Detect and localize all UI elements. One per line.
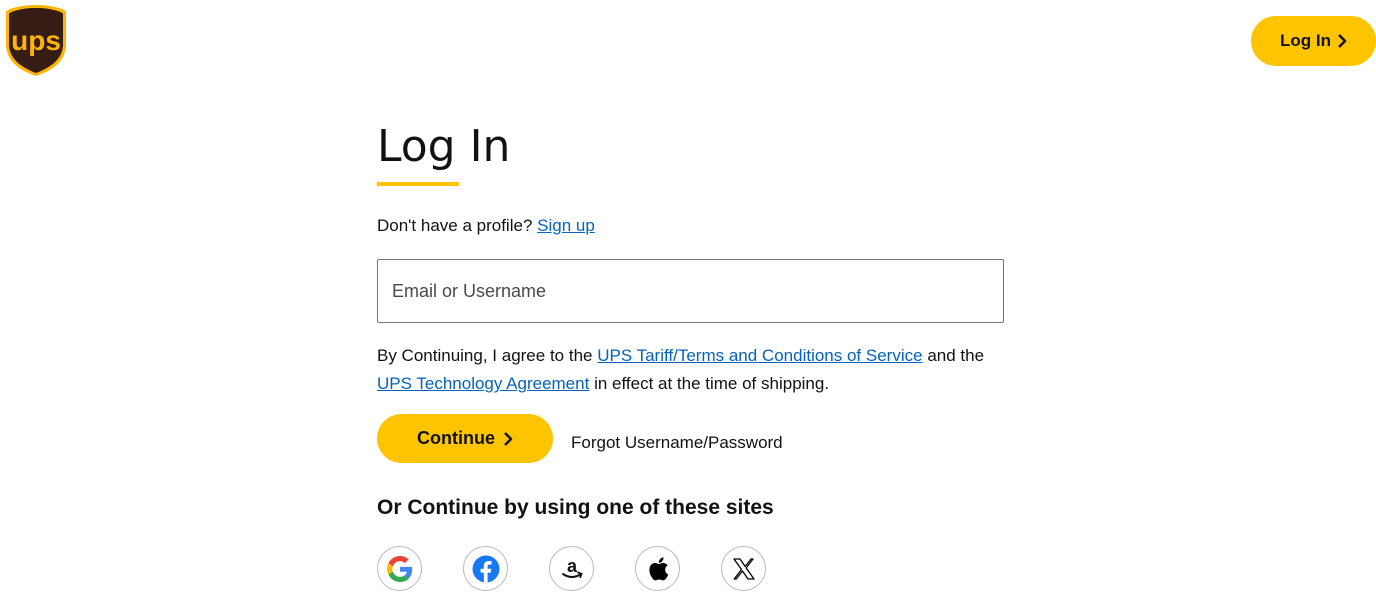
signup-prompt: Don't have a profile?: [377, 216, 533, 235]
terms-prefix: By Continuing, I agree to the: [377, 346, 593, 365]
email-field[interactable]: [377, 259, 1004, 323]
technology-agreement-link[interactable]: UPS Technology Agreement: [377, 374, 589, 393]
svg-text:a: a: [566, 556, 577, 576]
amazon-login-button[interactable]: a: [549, 546, 594, 591]
social-login-row: a: [377, 546, 766, 591]
header-login-label: Log In: [1280, 31, 1331, 50]
facebook-login-button[interactable]: [463, 546, 508, 591]
continue-button[interactable]: Continue: [377, 414, 553, 463]
ups-shield-icon: ups: [6, 5, 66, 76]
header-login-button[interactable]: Log In: [1251, 16, 1376, 66]
page-title: Log In: [377, 121, 511, 172]
google-icon: [386, 555, 412, 582]
ups-logo[interactable]: ups: [4, 4, 68, 78]
login-panel: Log In Don't have a profile? Sign up By …: [377, 118, 1004, 591]
svg-text:ups: ups: [11, 25, 61, 56]
title-underline: [377, 182, 459, 186]
signup-row: Don't have a profile? Sign up: [377, 216, 595, 236]
chevron-right-icon: [1338, 34, 1347, 48]
facebook-icon: [472, 555, 499, 582]
forgot-credentials-link[interactable]: Forgot Username/Password: [571, 425, 783, 453]
x-icon: [732, 557, 755, 580]
google-login-button[interactable]: [377, 546, 422, 591]
email-input[interactable]: [392, 280, 1003, 302]
terms-text: By Continuing, I agree to the UPS Tariff…: [377, 342, 1017, 398]
terms-middle: and the: [927, 346, 985, 365]
signup-link[interactable]: Sign up: [537, 216, 595, 235]
alt-login-heading: Or Continue by using one of these sites: [377, 496, 774, 519]
amazon-icon: a: [561, 556, 583, 578]
apple-icon: [648, 556, 668, 580]
apple-login-button[interactable]: [635, 546, 680, 591]
continue-label: Continue: [417, 428, 495, 448]
tariff-terms-link[interactable]: UPS Tariff/Terms and Conditions of Servi…: [597, 346, 922, 365]
actions-row: Continue Forgot Username/Password: [377, 414, 783, 463]
terms-suffix: in effect at the time of shipping.: [594, 374, 830, 393]
x-login-button[interactable]: [721, 546, 766, 591]
chevron-right-icon: [504, 431, 513, 446]
